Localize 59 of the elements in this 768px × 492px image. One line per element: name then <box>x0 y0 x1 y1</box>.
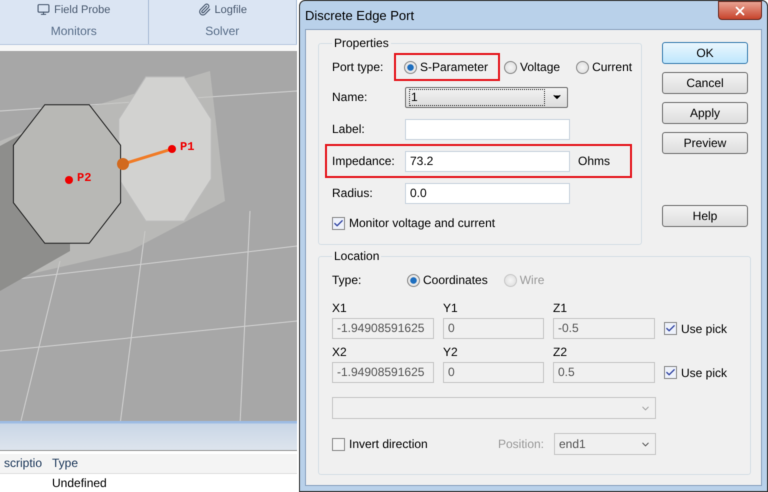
field-label: Port type: <box>332 60 384 74</box>
dialog-button[interactable]: Apply <box>662 102 748 124</box>
checkbox[interactable] <box>664 366 677 379</box>
checkbox-label: Monitor voltage and current <box>349 216 496 230</box>
unit-label: Ohms <box>578 154 610 168</box>
highlight-frame[interactable]: S-Parameter <box>394 53 500 81</box>
window-title: Discrete Edge Port <box>305 8 414 22</box>
table-cell-text: Undefined <box>51 475 108 492</box>
close-icon <box>733 4 747 18</box>
help-button[interactable]: Help <box>662 205 748 227</box>
radio-button[interactable] <box>404 60 417 74</box>
port-label: P2 <box>77 171 92 185</box>
group-title: Properties <box>333 36 390 50</box>
checkbox-label: Invert direction <box>349 437 428 451</box>
input-field[interactable] <box>405 118 570 140</box>
field-label: Y2 <box>443 345 459 359</box>
paperclip-icon <box>198 3 211 16</box>
field-label: Z1 <box>553 301 568 315</box>
field-label: Name: <box>332 90 368 104</box>
port-label: P1 <box>180 140 194 154</box>
field-label: Y1 <box>443 301 459 315</box>
checkbox-label: Use pick <box>681 322 728 336</box>
radio-label: Wire <box>520 273 544 287</box>
field-label: Radius: <box>332 186 374 200</box>
field-label: Impedance: <box>332 154 396 168</box>
field-label: Label: <box>332 122 366 136</box>
checkbox-label: Use pick <box>681 366 728 380</box>
close-button[interactable] <box>718 1 762 20</box>
dialog-button[interactable]: Cancel <box>662 72 748 94</box>
radio-option[interactable]: Voltage <box>502 53 564 81</box>
column-header[interactable]: Type <box>48 454 288 473</box>
radio-button[interactable] <box>504 60 518 74</box>
input-field[interactable]: 0.0 <box>405 182 570 204</box>
column-header[interactable]: scriptio <box>0 454 48 473</box>
field-label: Position: <box>498 437 544 451</box>
checkbox[interactable] <box>664 322 677 335</box>
dialog-button[interactable]: OK <box>662 42 748 64</box>
ribbon-group-label: Solver <box>205 24 240 38</box>
name-dropdown[interactable]: 1 <box>405 86 568 108</box>
field-label: Z2 <box>553 345 568 359</box>
radio-label: Voltage <box>520 60 560 74</box>
radio-option[interactable]: Coordinates <box>405 266 492 294</box>
checkbox[interactable] <box>332 438 345 450</box>
radio-option[interactable]: Current <box>574 53 636 81</box>
ribbon-item[interactable]: Logfile <box>198 3 247 16</box>
field-label: X2 <box>332 345 348 359</box>
radio-button[interactable] <box>407 274 420 286</box>
dialog-button[interactable]: Preview <box>662 132 748 154</box>
radio-label: Current <box>592 60 632 74</box>
ribbon-group-label: Monitors <box>50 24 97 38</box>
radio-label: Coordinates <box>423 273 488 287</box>
radio-button[interactable] <box>576 60 590 74</box>
radio-label: S-Parameter <box>420 60 488 74</box>
input-field[interactable]: 73.2 <box>405 150 570 172</box>
checkbox[interactable] <box>332 216 345 230</box>
ribbon-item[interactable]: Field Probe <box>37 3 110 16</box>
group-title: Location <box>333 249 380 263</box>
field-label: Type: <box>332 273 362 287</box>
field-label: X1 <box>332 301 348 315</box>
